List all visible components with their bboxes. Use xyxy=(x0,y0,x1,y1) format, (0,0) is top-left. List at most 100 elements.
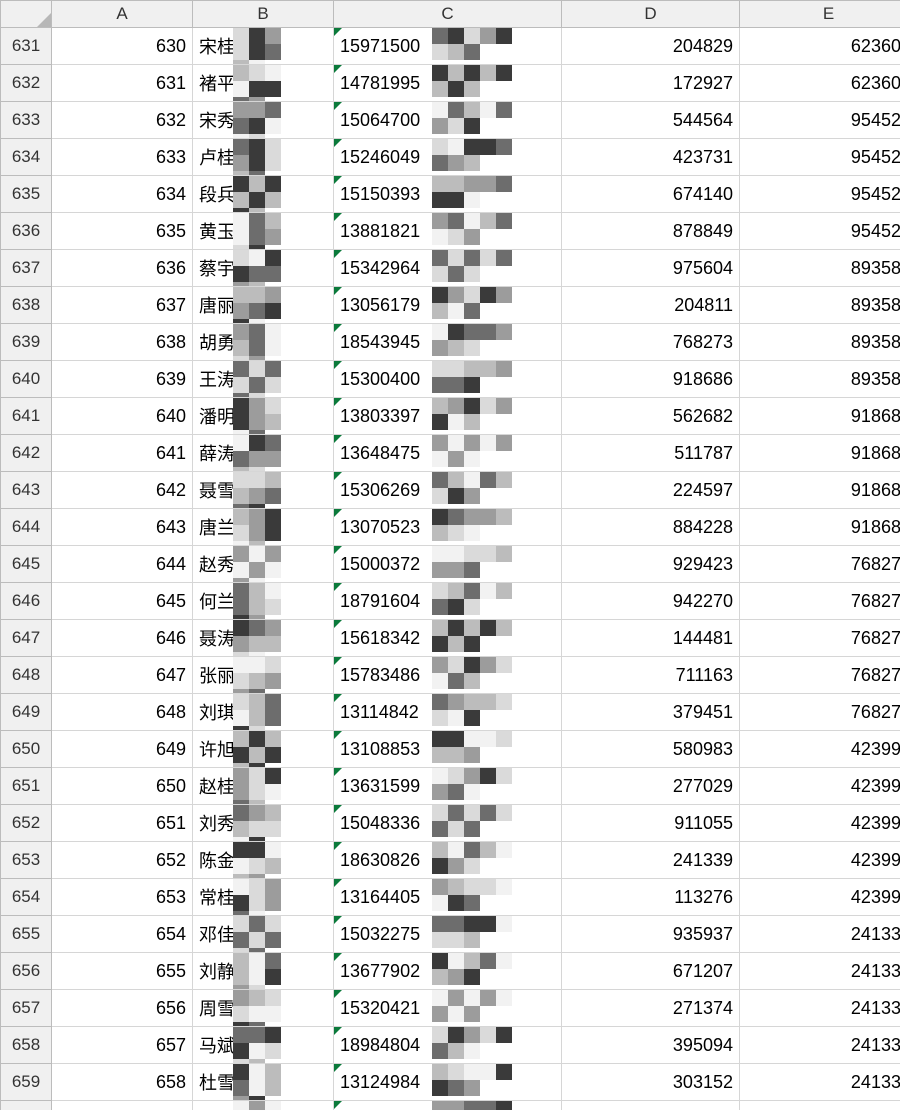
cell-C[interactable]: 18543945 xyxy=(334,324,562,361)
cell-D[interactable]: 204829 xyxy=(562,28,740,65)
cell-C[interactable]: 15000372 xyxy=(334,546,562,583)
row-header[interactable]: 648 xyxy=(1,657,52,694)
cell-C[interactable]: 15306269 xyxy=(334,472,562,509)
row-header[interactable]: 647 xyxy=(1,620,52,657)
row-header[interactable]: 636 xyxy=(1,213,52,250)
cell-E[interactable]: 918686 xyxy=(740,472,900,509)
cell-B[interactable]: 何兰 xyxy=(193,583,334,620)
cell-B[interactable]: 刘静 xyxy=(193,953,334,990)
cell-A[interactable]: 634 xyxy=(52,176,193,213)
cell-B[interactable]: 邓佳 xyxy=(193,916,334,953)
cell-B[interactable]: 薛涛 xyxy=(193,435,334,472)
cell-D[interactable]: 699041 xyxy=(562,1101,740,1110)
cell-C[interactable]: 15300400 xyxy=(334,361,562,398)
cell-B[interactable]: 周雪 xyxy=(193,990,334,1027)
cell-E[interactable]: 918686 xyxy=(740,435,900,472)
cell-A[interactable]: 631 xyxy=(52,65,193,102)
cell-B[interactable]: 聂雪 xyxy=(193,472,334,509)
cell-B[interactable]: 赵桂 xyxy=(193,768,334,805)
cell-C[interactable]: 18791604 xyxy=(334,583,562,620)
cell-B[interactable]: 陈金 xyxy=(193,842,334,879)
row-header[interactable]: 653 xyxy=(1,842,52,879)
cell-C[interactable]: 13114842 xyxy=(334,694,562,731)
cell-C[interactable]: 15320421 xyxy=(334,990,562,1027)
cell-A[interactable]: 658 xyxy=(52,1064,193,1101)
cell-A[interactable]: 645 xyxy=(52,583,193,620)
cell-D[interactable]: 942270 xyxy=(562,583,740,620)
cell-E[interactable]: 241339 xyxy=(740,1027,900,1064)
cell-D[interactable]: 379451 xyxy=(562,694,740,731)
cell-E[interactable]: 918686 xyxy=(740,509,900,546)
cell-C[interactable]: 18984804 xyxy=(334,1027,562,1064)
cell-E[interactable]: 768273 xyxy=(740,620,900,657)
cell-B[interactable]: 谢冬 xyxy=(193,1101,334,1110)
row-header[interactable]: 639 xyxy=(1,324,52,361)
cell-C[interactable]: 13124984 xyxy=(334,1064,562,1101)
cell-D[interactable]: 935937 xyxy=(562,916,740,953)
cell-A[interactable]: 649 xyxy=(52,731,193,768)
cell-A[interactable]: 635 xyxy=(52,213,193,250)
cell-A[interactable]: 632 xyxy=(52,102,193,139)
cell-E[interactable]: 241339 xyxy=(740,1064,900,1101)
cell-C[interactable]: 13803397 xyxy=(334,398,562,435)
cell-C[interactable]: 15150393 xyxy=(334,176,562,213)
cell-E[interactable]: 768273 xyxy=(740,583,900,620)
cell-B[interactable]: 唐丽 xyxy=(193,287,334,324)
cell-A[interactable]: 633 xyxy=(52,139,193,176)
row-header[interactable]: 641 xyxy=(1,398,52,435)
cell-C[interactable]: 13108853 xyxy=(334,731,562,768)
row-header[interactable]: 643 xyxy=(1,472,52,509)
cell-D[interactable]: 878849 xyxy=(562,213,740,250)
cell-B[interactable]: 黄玉 xyxy=(193,213,334,250)
cell-A[interactable]: 656 xyxy=(52,990,193,1027)
cell-E[interactable]: 768273 xyxy=(740,546,900,583)
cell-B[interactable]: 褚平 xyxy=(193,65,334,102)
cell-D[interactable]: 144481 xyxy=(562,620,740,657)
cell-C[interactable]: 13164405 xyxy=(334,879,562,916)
row-header[interactable]: 642 xyxy=(1,435,52,472)
row-header[interactable]: 650 xyxy=(1,731,52,768)
cell-E[interactable]: 918686 xyxy=(740,398,900,435)
row-header[interactable]: 634 xyxy=(1,139,52,176)
cell-A[interactable]: 636 xyxy=(52,250,193,287)
cell-D[interactable]: 395094 xyxy=(562,1027,740,1064)
cell-D[interactable]: 975604 xyxy=(562,250,740,287)
cell-E[interactable]: 423992 xyxy=(740,842,900,879)
row-header[interactable]: 660 xyxy=(1,1101,52,1110)
row-header[interactable]: 644 xyxy=(1,509,52,546)
row-header[interactable]: 635 xyxy=(1,176,52,213)
cell-B[interactable]: 张丽 xyxy=(193,657,334,694)
row-header[interactable]: 659 xyxy=(1,1064,52,1101)
cell-E[interactable]: 623600 xyxy=(740,65,900,102)
cell-C[interactable]: 15064700 xyxy=(334,102,562,139)
cell-E[interactable]: 423992 xyxy=(740,879,900,916)
row-header[interactable]: 633 xyxy=(1,102,52,139)
cell-E[interactable]: 893589 xyxy=(740,250,900,287)
cell-C[interactable]: 13648475 xyxy=(334,435,562,472)
cell-A[interactable]: 644 xyxy=(52,546,193,583)
cell-A[interactable]: 653 xyxy=(52,879,193,916)
cell-B[interactable]: 胡勇 xyxy=(193,324,334,361)
cell-A[interactable]: 647 xyxy=(52,657,193,694)
cell-A[interactable]: 646 xyxy=(52,620,193,657)
cell-D[interactable]: 271374 xyxy=(562,990,740,1027)
row-header[interactable]: 645 xyxy=(1,546,52,583)
cell-D[interactable]: 224597 xyxy=(562,472,740,509)
cell-D[interactable]: 711163 xyxy=(562,657,740,694)
cell-E[interactable]: 954523 xyxy=(740,176,900,213)
cell-B[interactable]: 宋秀 xyxy=(193,102,334,139)
cell-C[interactable]: 15048336 xyxy=(334,805,562,842)
row-header[interactable]: 651 xyxy=(1,768,52,805)
cell-A[interactable]: 630 xyxy=(52,28,193,65)
select-all-corner[interactable] xyxy=(1,1,52,28)
col-header-A[interactable]: A xyxy=(52,1,193,28)
row-header[interactable]: 646 xyxy=(1,583,52,620)
row-header[interactable]: 638 xyxy=(1,287,52,324)
cell-A[interactable]: 642 xyxy=(52,472,193,509)
row-header[interactable]: 658 xyxy=(1,1027,52,1064)
cell-C[interactable]: 13056179 xyxy=(334,287,562,324)
cell-D[interactable]: 768273 xyxy=(562,324,740,361)
cell-D[interactable]: 918686 xyxy=(562,361,740,398)
cell-D[interactable]: 929423 xyxy=(562,546,740,583)
cell-B[interactable]: 段兵 xyxy=(193,176,334,213)
